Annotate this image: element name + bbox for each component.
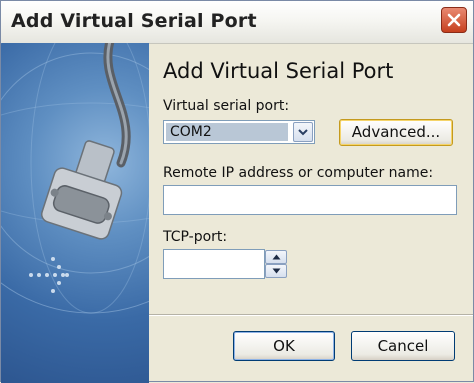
window-title: Add Virtual Serial Port	[11, 10, 257, 32]
virtual-port-select[interactable]: COM2	[163, 120, 315, 144]
spin-up-icon	[272, 254, 281, 260]
advanced-button[interactable]: Advanced...	[339, 119, 453, 146]
ok-button[interactable]: OK	[233, 331, 335, 361]
serial-cable-illustration	[1, 43, 149, 314]
dialog-window: Add Virtual Serial Port Add Virtual Seri…	[0, 0, 474, 383]
dialog-content: Add Virtual Serial Port Virtual serial p…	[149, 43, 473, 381]
title-bar[interactable]: Add Virtual Serial Port	[1, 1, 473, 44]
remote-address-label: Remote IP address or computer name:	[163, 165, 434, 181]
close-button[interactable]	[441, 7, 467, 33]
spin-up-button[interactable]	[265, 250, 287, 264]
chevron-down-icon	[298, 129, 308, 136]
tcp-port-spinner	[265, 249, 287, 279]
tcp-port-label: TCP-port:	[163, 229, 228, 245]
spin-down-icon	[272, 268, 281, 274]
close-icon	[447, 13, 461, 27]
spin-down-button[interactable]	[265, 264, 287, 278]
virtual-port-value: COM2	[166, 123, 288, 141]
tcp-port-input[interactable]	[163, 249, 265, 279]
dialog-heading: Add Virtual Serial Port	[163, 59, 394, 83]
button-separator	[149, 314, 473, 316]
virtual-port-label: Virtual serial port:	[163, 98, 290, 114]
cancel-button[interactable]: Cancel	[351, 331, 455, 361]
side-banner-image	[1, 43, 149, 383]
remote-address-input[interactable]	[163, 185, 457, 215]
dropdown-button[interactable]	[293, 122, 313, 142]
